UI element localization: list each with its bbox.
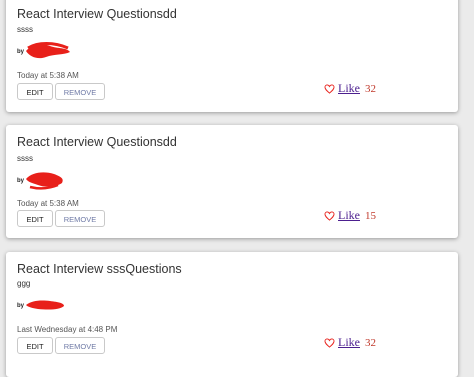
post-body: ggg — [17, 279, 31, 288]
post-timestamp: Today at 5:38 AM — [17, 71, 79, 80]
like-button[interactable]: Like 15 — [324, 208, 376, 223]
redacted-author-scribble — [26, 300, 64, 310]
post-timestamp: Last Wednesday at 4:48 PM — [17, 325, 118, 334]
edit-button[interactable]: EDIT — [17, 337, 53, 354]
remove-button[interactable]: REMOVE — [55, 210, 105, 227]
heart-icon — [324, 210, 335, 221]
like-label[interactable]: Like — [338, 335, 360, 350]
redacted-author-scribble — [26, 172, 63, 190]
like-count: 32 — [365, 82, 376, 95]
post-card: React Interview Questionsdd ssss by Toda… — [6, 125, 458, 238]
remove-button[interactable]: REMOVE — [55, 83, 105, 100]
post-title: React Interview sssQuestions — [17, 262, 182, 276]
post-body: ssss — [17, 25, 33, 34]
author-prefix: by — [17, 178, 25, 184]
heart-icon — [324, 337, 335, 348]
post-card: React Interview sssQuestions ggg by Last… — [6, 252, 458, 377]
remove-button[interactable]: REMOVE — [55, 337, 105, 354]
author-prefix: by — [17, 49, 25, 55]
like-button[interactable]: Like 32 — [324, 81, 376, 96]
post-card: React Interview Questionsdd ssss by Toda… — [6, 0, 458, 112]
like-count: 15 — [365, 209, 376, 222]
heart-icon — [324, 83, 335, 94]
redacted-author-scribble — [26, 42, 70, 59]
like-count: 32 — [365, 336, 376, 349]
like-label[interactable]: Like — [338, 81, 360, 96]
edit-button[interactable]: EDIT — [17, 210, 53, 227]
like-button[interactable]: Like 32 — [324, 335, 376, 350]
post-title: React Interview Questionsdd — [17, 135, 177, 149]
post-timestamp: Today at 5:38 AM — [17, 199, 79, 208]
like-label[interactable]: Like — [338, 208, 360, 223]
post-body: ssss — [17, 154, 33, 163]
edit-button[interactable]: EDIT — [17, 83, 53, 100]
author-prefix: by — [17, 303, 25, 309]
post-title: React Interview Questionsdd — [17, 7, 177, 21]
